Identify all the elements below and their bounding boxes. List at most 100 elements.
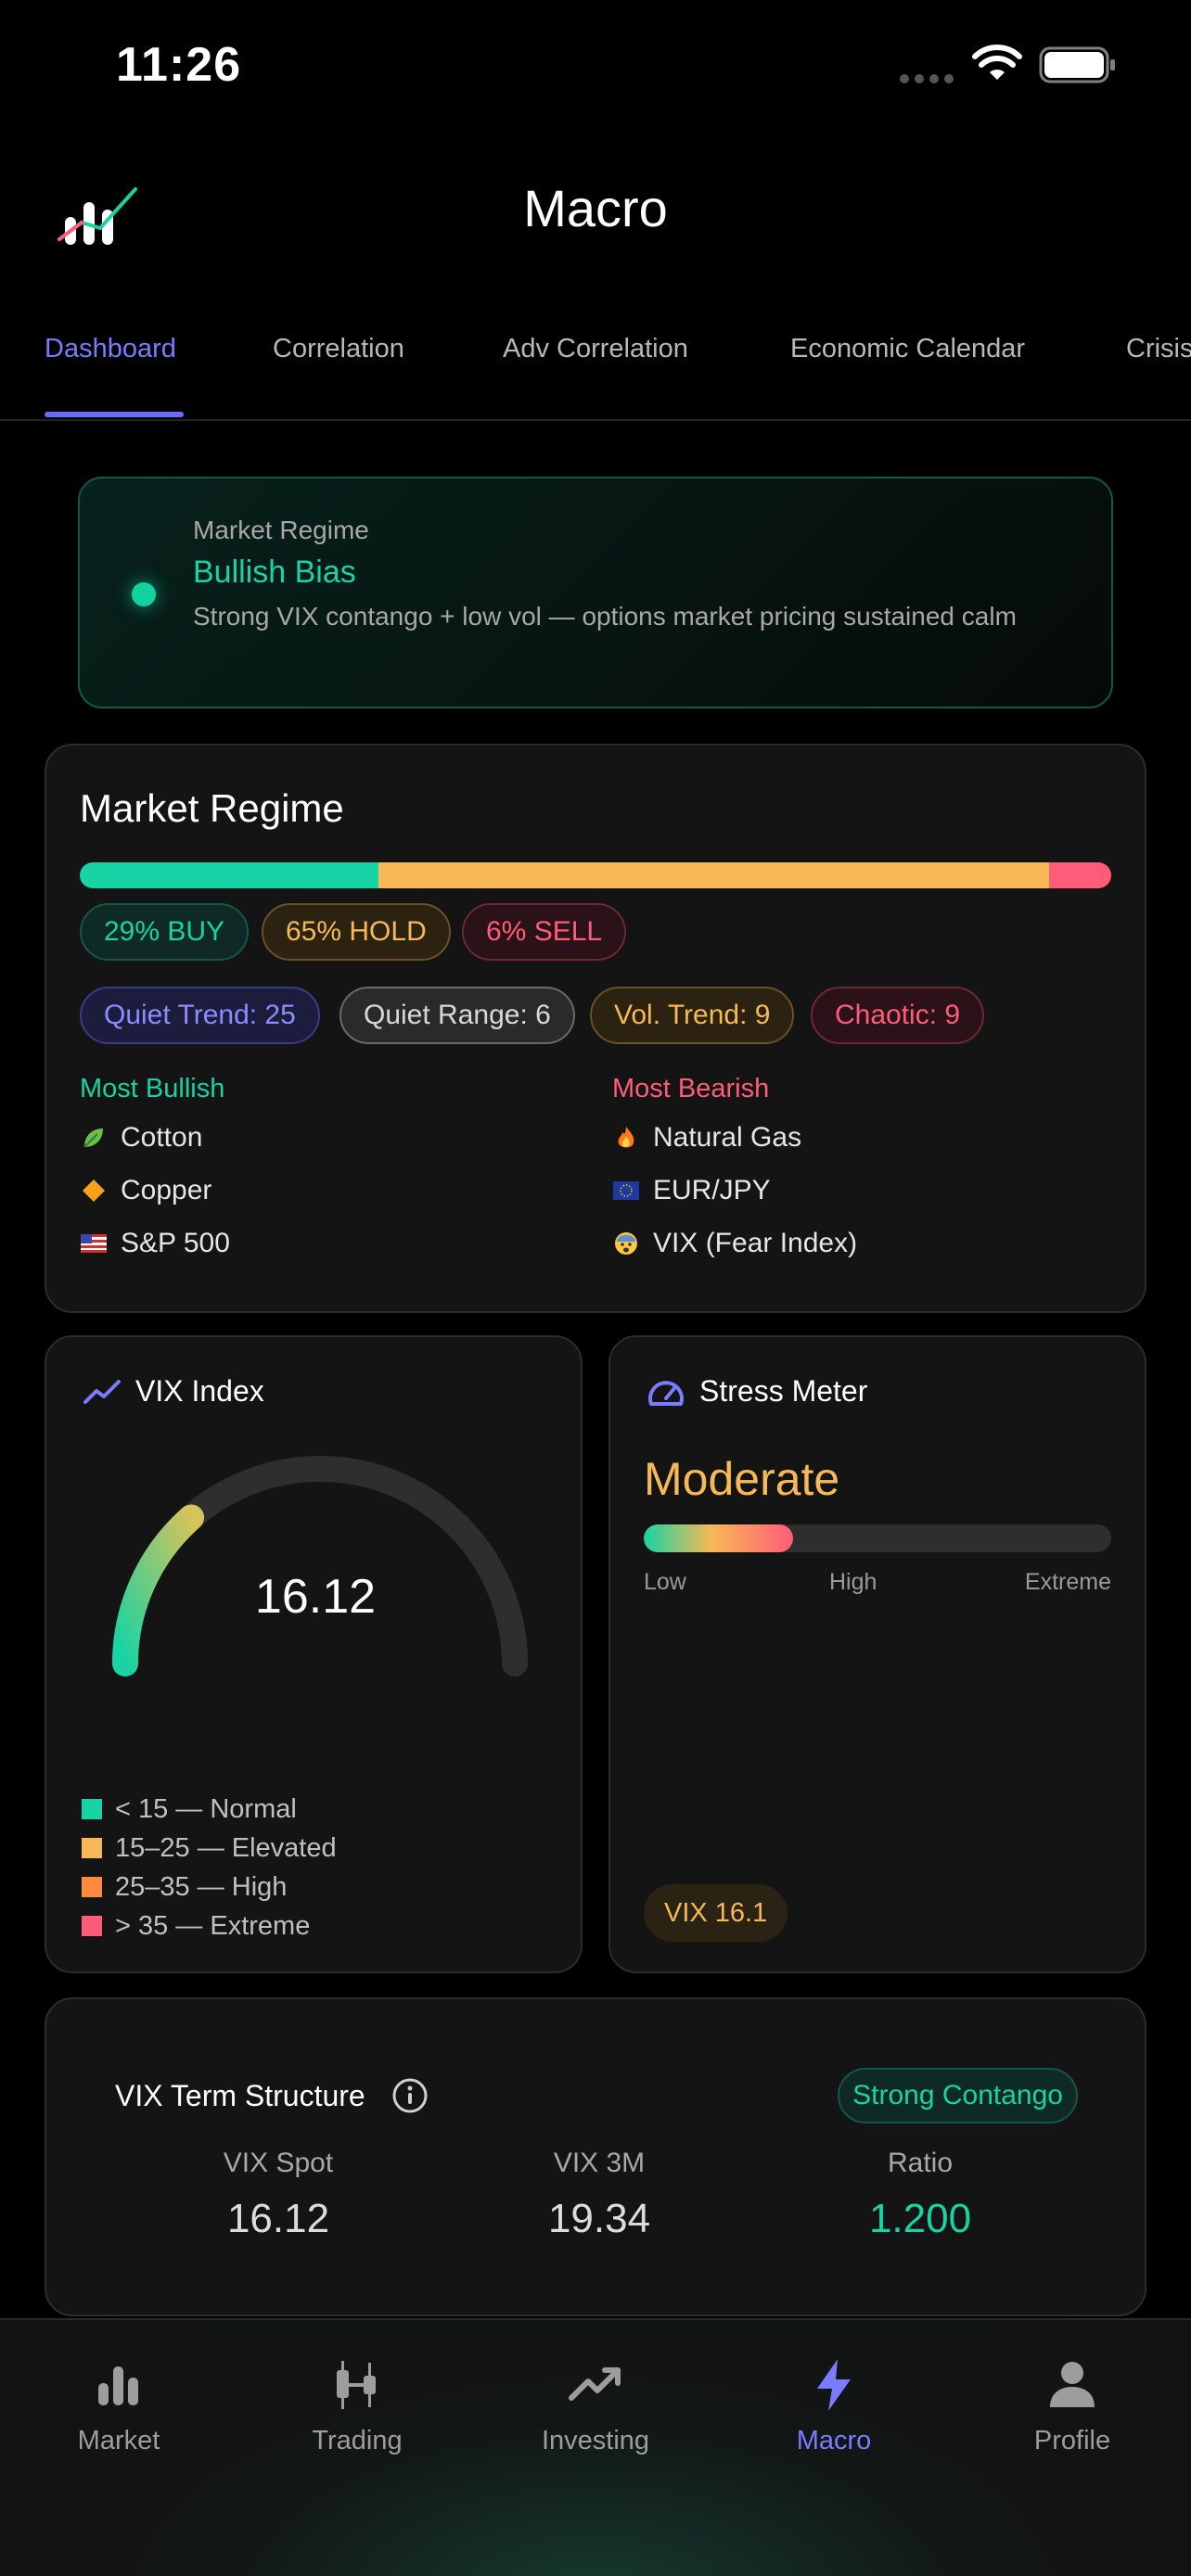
asset-name: S&P 500 (121, 1228, 230, 1258)
legend-item: > 35 — Extreme (82, 1906, 337, 1945)
metric-vix-spot: VIX Spot 16.12 (139, 2148, 417, 2242)
hold-signal-badge: 65% HOLD (262, 903, 451, 961)
vix-gauge (112, 1456, 528, 1677)
nav-trading[interactable]: Trading (264, 2357, 450, 2456)
metric-value: 1.200 (868, 2196, 972, 2241)
nav-label: Trading (312, 2426, 403, 2455)
legend-label: > 35 — Extreme (115, 1910, 311, 1941)
bullish-asset-item[interactable]: Cotton (80, 1122, 202, 1154)
banner-title: Bullish Bias (193, 555, 356, 590)
card-title: Market Regime (80, 786, 344, 830)
wifi-icon (972, 45, 1022, 80)
banner-description: Strong VIX contango + low vol — options … (193, 602, 1017, 631)
vol-trend-badge: Vol. Trend: 9 (590, 987, 795, 1044)
bearish-asset-item[interactable]: EUR/JPY (612, 1175, 771, 1206)
stress-track (644, 1524, 1111, 1552)
stress-level: Moderate (644, 1453, 840, 1505)
scale-extreme-label: Extreme (1024, 1569, 1111, 1595)
vix-value: 16.12 (254, 1570, 377, 1624)
legend-item: 15–25 — Elevated (82, 1829, 337, 1868)
diamond-icon (80, 1177, 108, 1205)
asset-name: EUR/JPY (653, 1175, 771, 1205)
bullish-asset-item[interactable]: Copper (80, 1175, 211, 1206)
market-regime-card: Market Regime 29% BUY 65% HOLD 6% SELL Q… (45, 744, 1146, 1313)
tab-economic-calendar[interactable]: Economic Calendar (790, 334, 1025, 364)
speedometer-icon (648, 1381, 684, 1406)
info-icon[interactable] (391, 2077, 429, 2114)
sell-segment (1049, 862, 1111, 888)
legend-item: 25–35 — High (82, 1868, 337, 1906)
bearish-asset-item[interactable]: VIX (Fear Index) (612, 1228, 857, 1259)
active-tab-indicator (45, 412, 184, 417)
nav-label: Profile (1033, 2426, 1111, 2455)
legend-swatch (82, 1838, 102, 1858)
scale-low-label: Low (644, 1569, 686, 1595)
regime-distribution-bar (80, 862, 1111, 888)
person-icon (1050, 2362, 1095, 2407)
nav-label: Market (77, 2426, 160, 2455)
vix-term-structure-card: VIX Term Structure Strong Contango VIX S… (45, 1997, 1146, 2316)
contango-badge: Strong Contango (838, 2068, 1078, 2123)
hold-segment (378, 862, 1050, 888)
card-title: VIX Term Structure (115, 2079, 365, 2112)
tab-crisis[interactable]: Crisis (1126, 334, 1191, 364)
metric-ratio: Ratio 1.200 (781, 2148, 1059, 2242)
legend-swatch (82, 1877, 102, 1897)
nav-macro[interactable]: Macro (741, 2357, 927, 2456)
us-flag-icon (80, 1230, 108, 1257)
metric-vix-3m: VIX 3M 19.34 (460, 2148, 738, 2242)
asset-name: VIX (Fear Index) (653, 1228, 858, 1258)
status-time: 11:26 (116, 38, 242, 92)
asset-name: Cotton (121, 1122, 203, 1153)
tab-dashboard[interactable]: Dashboard (45, 334, 176, 364)
fire-icon (612, 1124, 640, 1152)
quiet-trend-badge: Quiet Trend: 25 (80, 987, 320, 1044)
nav-label: Macro (796, 2426, 872, 2455)
tab-bar: Dashboard Correlation Adv Correlation Ec… (0, 306, 1191, 421)
cellular-signal-icon (900, 74, 954, 83)
legend-swatch (82, 1799, 102, 1819)
battery-icon (1039, 46, 1115, 83)
bar-chart-icon (98, 2366, 138, 2405)
trend-up-icon (569, 2367, 621, 2401)
metric-value: 19.34 (547, 2196, 651, 2241)
legend-item: < 15 — Normal (82, 1790, 337, 1829)
most-bullish-heading: Most Bullish (80, 1074, 225, 1103)
vix-legend: < 15 — Normal 15–25 — Elevated 25–35 — H… (82, 1790, 337, 1945)
banner-label: Market Regime (193, 516, 369, 544)
leaf-icon (80, 1124, 108, 1152)
tab-correlation[interactable]: Correlation (273, 334, 404, 364)
legend-label: 15–25 — Elevated (115, 1832, 337, 1863)
bearish-asset-item[interactable]: Natural Gas (612, 1122, 801, 1154)
page-title: Macro (523, 179, 668, 237)
buy-segment (80, 862, 379, 888)
nav-investing[interactable]: Investing (503, 2357, 688, 2456)
metric-label: VIX 3M (553, 2148, 646, 2178)
metric-label: Ratio (887, 2148, 954, 2178)
nav-label: Investing (541, 2426, 650, 2455)
asset-name: Natural Gas (653, 1122, 802, 1153)
lightning-icon (817, 2359, 851, 2411)
nav-market[interactable]: Market (26, 2357, 211, 2456)
regime-banner[interactable]: Market Regime Bullish Bias Strong VIX co… (78, 477, 1113, 708)
app-header: Macro (0, 148, 1191, 269)
gauge-track (112, 1456, 528, 1677)
trend-line-icon (83, 1380, 121, 1404)
vix-chip: VIX 16.1 (644, 1884, 788, 1942)
candlestick-icon (337, 2361, 376, 2409)
legend-swatch (82, 1916, 102, 1936)
metric-label: VIX Spot (223, 2148, 334, 2178)
tab-adv-correlation[interactable]: Adv Correlation (503, 334, 688, 364)
bullish-asset-item[interactable]: S&P 500 (80, 1228, 230, 1259)
buy-signal-badge: 29% BUY (80, 903, 250, 961)
chaotic-badge: Chaotic: 9 (811, 987, 985, 1044)
stress-fill (644, 1524, 794, 1552)
nav-profile[interactable]: Profile (980, 2357, 1165, 2456)
bottom-nav: Market Trading Investing Macro Profile (0, 2318, 1191, 2576)
status-bar: 11:26 (0, 0, 1191, 130)
sell-signal-badge: 6% SELL (462, 903, 627, 961)
fearful-face-icon (612, 1230, 640, 1257)
card-title: Stress Meter (699, 1374, 868, 1408)
card-title: VIX Index (135, 1374, 264, 1408)
eu-flag-icon (612, 1177, 640, 1205)
